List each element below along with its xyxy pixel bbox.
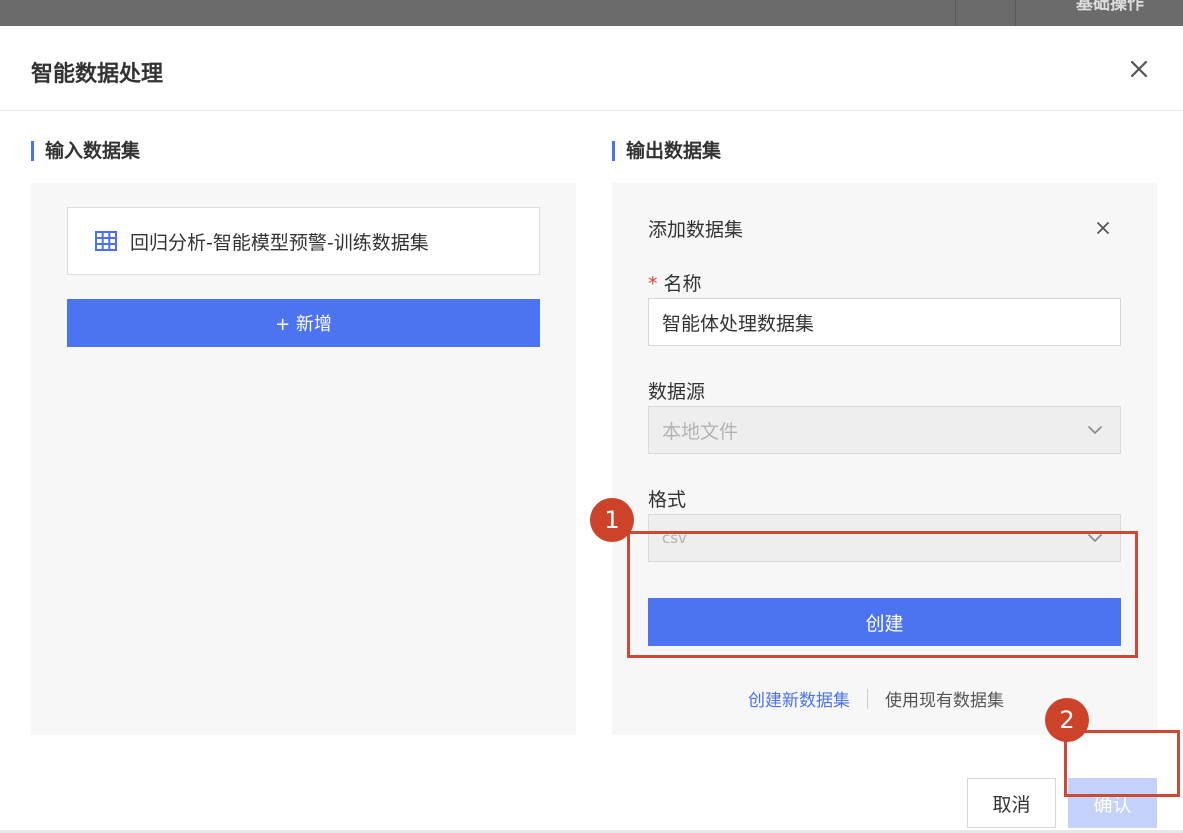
dialog-header: 智能数据处理 (0, 26, 1183, 111)
strip-divider (955, 0, 956, 26)
background-menu-text: 基础操作 (1076, 0, 1144, 14)
table-grid-icon (94, 229, 118, 253)
add-dataset-title: 添加数据集 (648, 219, 744, 241)
data-source-label: 数据源 (648, 381, 706, 403)
output-dataset-panel: 添加数据集 * 名称 智能体处理数据集 数据源 本地文件 格式 csv 创建 创建… (612, 183, 1157, 735)
close-icon[interactable] (1094, 219, 1112, 237)
name-field-label: * 名称 (648, 269, 702, 296)
input-dataset-section-title: 输入数据集 (31, 140, 140, 162)
use-existing-dataset-link[interactable]: 使用现有数据集 (885, 686, 1004, 711)
cancel-button[interactable]: 取消 (967, 778, 1056, 828)
output-dataset-section-title: 输出数据集 (612, 140, 721, 162)
format-value: csv (662, 529, 687, 547)
close-icon[interactable] (1126, 56, 1152, 82)
data-source-value: 本地文件 (662, 420, 739, 443)
required-mark: * (648, 273, 658, 295)
dialog-title: 智能数据处理 (31, 62, 164, 87)
link-divider (867, 688, 868, 709)
name-input[interactable]: 智能体处理数据集 (648, 298, 1121, 346)
strip-divider (1015, 0, 1016, 26)
smart-data-processing-dialog: 智能数据处理 输入数据集 输出数据集 回归分析-智能模型预警-训练数据集 + 新… (0, 26, 1183, 833)
create-dataset-button[interactable]: 创建 (648, 598, 1121, 646)
input-dataset-panel: 回归分析-智能模型预警-训练数据集 + 新增 (31, 183, 576, 735)
create-new-dataset-link[interactable]: 创建新数据集 (748, 686, 850, 711)
format-label: 格式 (648, 489, 687, 511)
input-dataset-item[interactable]: 回归分析-智能模型预警-训练数据集 (67, 207, 540, 275)
data-source-select[interactable]: 本地文件 (648, 406, 1121, 454)
background-app-strip: 基础操作 (0, 0, 1183, 26)
name-input-value: 智能体处理数据集 (662, 312, 815, 335)
chevron-down-icon (1086, 529, 1104, 547)
add-input-dataset-button[interactable]: + 新增 (67, 299, 540, 347)
step-badge-2: 2 (1045, 698, 1089, 742)
name-label-text: 名称 (663, 273, 702, 295)
dataset-mode-links: 创建新数据集 使用现有数据集 (748, 686, 1004, 711)
confirm-button[interactable]: 确认 (1068, 778, 1157, 828)
chevron-down-icon (1086, 421, 1104, 439)
step-badge-1: 1 (590, 498, 634, 542)
input-dataset-item-label: 回归分析-智能模型预警-训练数据集 (130, 231, 429, 254)
format-select[interactable]: csv (648, 514, 1121, 562)
